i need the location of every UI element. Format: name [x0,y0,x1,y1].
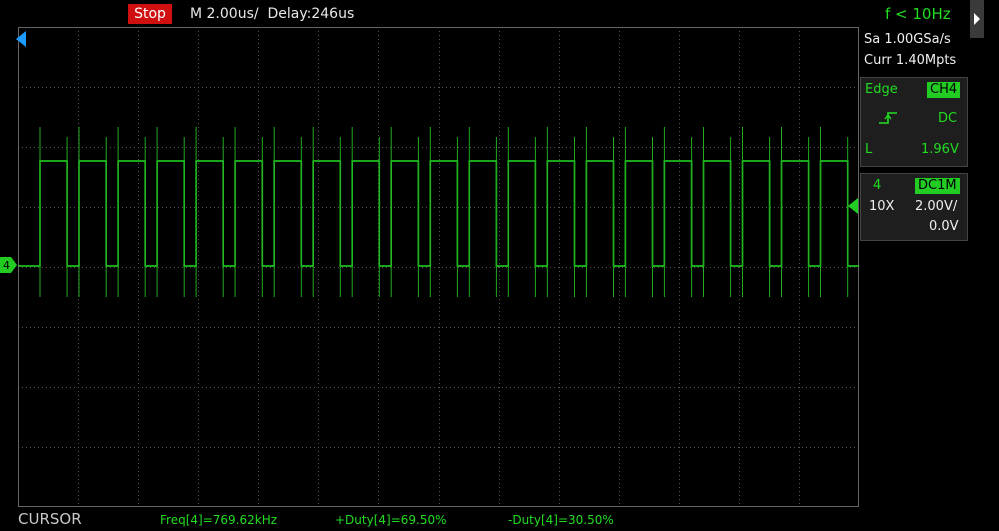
channel-coupling-badge: DC1M [915,178,960,194]
trigger-source-badge: CH4 [927,82,961,98]
channel-4-ground-marker[interactable]: 4 [0,257,18,273]
trigger-panel[interactable]: Edge CH4 DC L 1.96V [860,77,968,167]
channel-4-trace [18,160,859,267]
vertical-offset: 0.0V [929,219,959,234]
trigger-coupling: DC [938,111,958,126]
frequency-measurement: Freq[4]=769.62kHz [160,513,278,527]
delay-readout: Delay:246us [267,6,355,22]
probe-ratio: 10X [869,199,895,214]
menu-expand-icon[interactable] [970,0,984,38]
vertical-scale: 2.00V/ [915,199,958,214]
rising-edge-icon [879,112,897,124]
graticule [18,27,859,507]
top-status-bar: Stop M 2.00us/ Delay:246us f < 10Hz [0,0,999,38]
timebase-readout[interactable]: M 2.00us/ Delay:246us [190,4,354,24]
trace-edges [39,127,849,297]
channel-4-panel[interactable]: 4 DC1M 10X 2.00V/ 0.0V [860,173,968,241]
trigger-level-icon[interactable] [847,197,859,215]
positive-duty-measurement: +Duty[4]=69.50% [335,513,447,527]
trigger-level: 1.96V [921,142,959,157]
frequency-counter: f < 10Hz [885,5,951,23]
trigger-position-icon[interactable] [14,27,28,49]
waveform-display[interactable] [18,27,859,507]
channel-number: 4 [873,178,882,193]
trigger-mode: Edge [865,82,898,97]
negative-duty-measurement: -Duty[4]=30.50% [508,513,614,527]
ground-marker-label: 4 [3,259,10,272]
run-stop-button[interactable]: Stop [128,4,172,24]
measurement-bar: CURSOR Freq[4]=769.62kHz +Duty[4]=69.50%… [0,507,999,531]
timebase-scale: M 2.00us/ [190,6,259,22]
trigger-level-label: L [865,142,873,157]
cursor-label[interactable]: CURSOR [18,510,82,528]
sample-rate: Sa 1.00GSa/s [864,32,951,47]
chevron-right-icon [974,13,980,25]
memory-depth: Curr 1.40Mpts [864,53,957,68]
